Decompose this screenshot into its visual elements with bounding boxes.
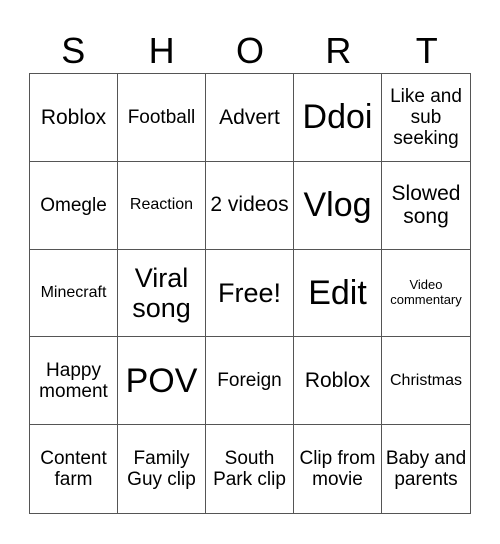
bingo-cell[interactable]: Clip from movie <box>294 425 382 513</box>
bingo-board: Roblox Football Advert Ddoi Like and sub… <box>29 73 471 514</box>
bingo-header: S H O R T <box>29 30 471 72</box>
bingo-cell[interactable]: South Park clip <box>206 425 294 513</box>
bingo-cell[interactable]: Slowed song <box>382 162 470 250</box>
bingo-cell[interactable]: Omegle <box>30 161 118 250</box>
bingo-cell[interactable]: Reaction <box>118 161 206 250</box>
bingo-cell[interactable]: Christmas <box>382 337 470 426</box>
bingo-cell[interactable]: 2 videos <box>206 161 294 250</box>
header-letter-s: S <box>61 30 86 71</box>
header-letter-t: T <box>415 30 438 71</box>
header-letter-o: O <box>235 30 264 71</box>
bingo-cell[interactable]: Video commentary <box>382 250 470 338</box>
bingo-cell[interactable]: Roblox <box>30 74 118 162</box>
bingo-cell[interactable]: Viral song <box>118 249 206 338</box>
bingo-cell[interactable]: Roblox <box>294 337 382 426</box>
bingo-cell[interactable]: Foreign <box>206 337 294 426</box>
bingo-cell[interactable]: Baby and parents <box>382 425 470 513</box>
bingo-cell[interactable]: Happy moment <box>30 337 118 426</box>
bingo-cell[interactable]: Ddoi <box>294 74 382 162</box>
bingo-cell[interactable]: Like and sub seeking <box>382 74 470 162</box>
bingo-free-cell[interactable]: Free! <box>206 249 294 338</box>
bingo-cell[interactable]: Advert <box>206 74 294 162</box>
bingo-cell[interactable]: POV <box>118 337 206 426</box>
header-letter-r: R <box>325 30 352 71</box>
bingo-cell[interactable]: Vlog <box>294 161 382 250</box>
bingo-cell[interactable]: Minecraft <box>30 249 118 338</box>
bingo-cell[interactable]: Content farm <box>30 425 118 513</box>
bingo-cell[interactable]: Football <box>118 74 206 162</box>
bingo-cell[interactable]: Edit <box>294 249 382 338</box>
header-letter-h: H <box>148 30 175 71</box>
bingo-cell[interactable]: Family Guy clip <box>118 425 206 513</box>
